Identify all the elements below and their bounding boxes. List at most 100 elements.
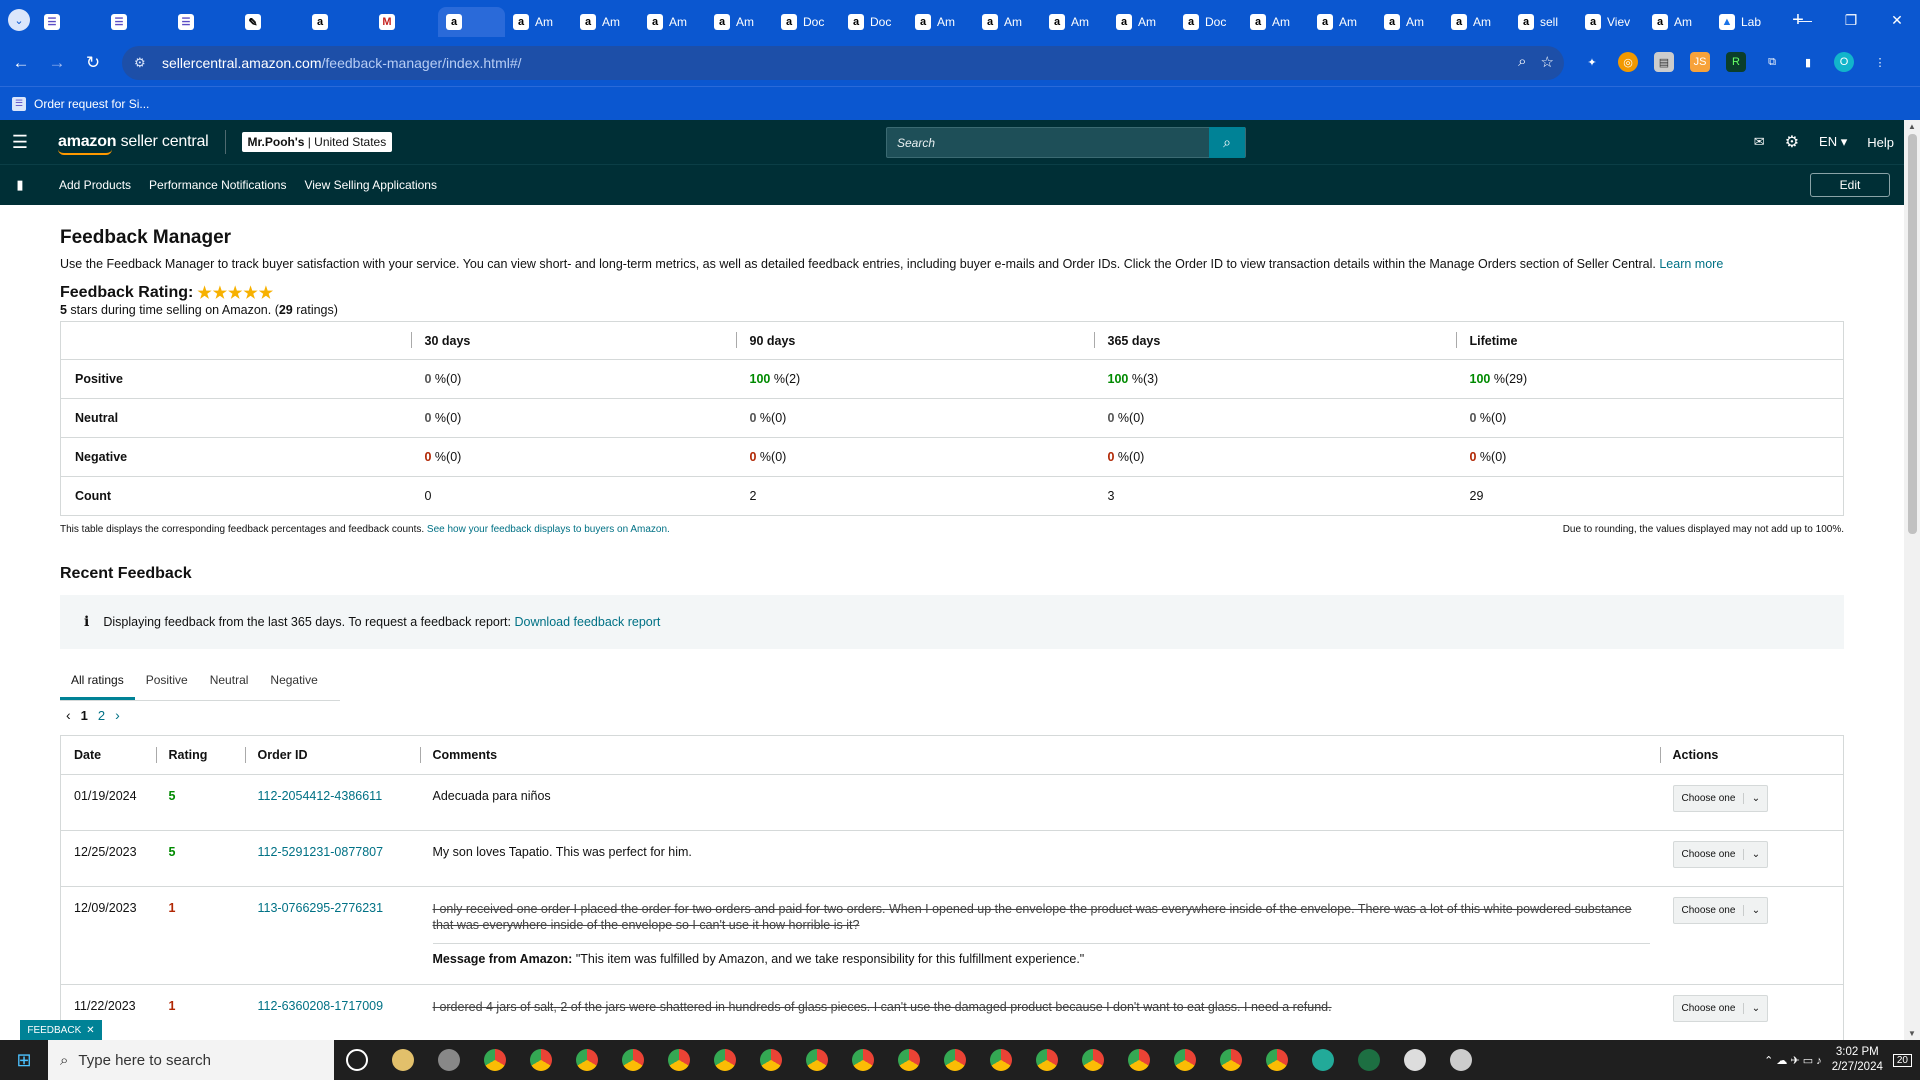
url-field[interactable]: ⚙ sellercentral.amazon.com/feedback-mana… bbox=[122, 46, 1564, 80]
order-id-link[interactable]: 112-5291231-0877807 bbox=[258, 845, 384, 859]
chrome-icon[interactable] bbox=[656, 1040, 702, 1080]
windows-start-icon[interactable]: ⊞ bbox=[0, 1050, 48, 1071]
clock[interactable]: 3:02 PM 2/27/2024 bbox=[1832, 1045, 1883, 1075]
chrome-icon[interactable] bbox=[840, 1040, 886, 1080]
page-2[interactable]: 2 bbox=[98, 708, 105, 723]
gear-icon[interactable]: ⚙ bbox=[1785, 132, 1799, 152]
close-icon[interactable]: ✕ bbox=[86, 1025, 94, 1036]
browser-tab[interactable]: M bbox=[371, 7, 438, 37]
feedback-display-link[interactable]: See how your feedback displays to buyers… bbox=[427, 524, 670, 535]
chrome-icon[interactable] bbox=[748, 1040, 794, 1080]
scroll-down-icon[interactable]: ▼ bbox=[1908, 1029, 1916, 1038]
browser-tab[interactable]: a Am bbox=[1376, 7, 1443, 37]
taskbar-search[interactable]: ⌕ Type here to search bbox=[48, 1040, 334, 1080]
seller-search-input[interactable]: Search bbox=[887, 136, 1209, 150]
extension-js-icon[interactable]: JS bbox=[1690, 52, 1710, 72]
browser-tab[interactable]: a Am bbox=[1242, 7, 1309, 37]
cortana-icon[interactable] bbox=[334, 1040, 380, 1080]
chrome-icon[interactable] bbox=[932, 1040, 978, 1080]
bookmark-order-request[interactable]: Order request for Si... bbox=[34, 97, 149, 111]
order-id-link[interactable]: 113-0766295-2776231 bbox=[258, 901, 384, 915]
subnav-add-products[interactable]: Add Products bbox=[59, 178, 131, 192]
help-link[interactable]: Help bbox=[1867, 135, 1894, 150]
slack-icon[interactable] bbox=[426, 1040, 472, 1080]
store-selector[interactable]: Mr.Pooh's | United States bbox=[241, 132, 393, 152]
profile-avatar[interactable]: O bbox=[1834, 52, 1854, 72]
browser-tab[interactable]: ☰ bbox=[103, 7, 170, 37]
minimize-icon[interactable]: — bbox=[1782, 0, 1828, 40]
extensions-puzzle-icon[interactable]: ⧉ bbox=[1762, 52, 1782, 72]
bookmark-star-icon[interactable]: ☆ bbox=[1541, 53, 1554, 71]
browser-tab[interactable]: a bbox=[304, 7, 371, 37]
tab-neutral[interactable]: Neutral bbox=[199, 665, 260, 700]
browser-tab[interactable]: ☰ bbox=[36, 7, 103, 37]
browser-tab[interactable]: a Am bbox=[706, 7, 773, 37]
chrome-icon[interactable] bbox=[610, 1040, 656, 1080]
browser-menu-icon[interactable]: ⋮ bbox=[1870, 52, 1890, 72]
tray-icons[interactable]: ⌃ ☁ ✈ ▭ ♪ bbox=[1764, 1054, 1822, 1067]
chrome-icon[interactable] bbox=[978, 1040, 1024, 1080]
browser-tab[interactable]: a Am bbox=[1108, 7, 1175, 37]
extension-circle-icon[interactable]: ◎ bbox=[1618, 52, 1638, 72]
browser-tab[interactable]: a Doc bbox=[1175, 7, 1242, 37]
order-id-link[interactable]: 112-2054412-4386611 bbox=[258, 789, 383, 803]
language-selector[interactable]: EN ▾ bbox=[1819, 134, 1847, 150]
browser-tab[interactable]: a Am bbox=[505, 7, 572, 37]
browser-tab[interactable]: a Am bbox=[974, 7, 1041, 37]
browser-tab[interactable]: ☰ bbox=[170, 7, 237, 37]
browser-tab[interactable]: a Doc bbox=[773, 7, 840, 37]
learn-more-link[interactable]: Learn more bbox=[1659, 257, 1723, 271]
browser-tab[interactable]: a Doc bbox=[840, 7, 907, 37]
browser-tab[interactable]: a sell bbox=[1510, 7, 1577, 37]
tab-all-ratings[interactable]: All ratings bbox=[60, 665, 135, 700]
chrome-icon[interactable] bbox=[1208, 1040, 1254, 1080]
choose-one-dropdown[interactable]: Choose one ⌄ bbox=[1672, 785, 1769, 812]
browser-tab[interactable]: ✎ bbox=[237, 7, 304, 37]
chrome-icon[interactable] bbox=[1116, 1040, 1162, 1080]
chrome-icon[interactable] bbox=[886, 1040, 932, 1080]
restore-icon[interactable]: ❐ bbox=[1828, 0, 1874, 40]
scroll-up-icon[interactable]: ▲ bbox=[1908, 122, 1916, 131]
site-info-icon[interactable]: ⚙ bbox=[134, 55, 150, 71]
chrome-icon[interactable] bbox=[518, 1040, 564, 1080]
taskbar-search-input[interactable]: Type here to search bbox=[78, 1052, 211, 1069]
download-report-link[interactable]: Download feedback report bbox=[514, 615, 660, 629]
choose-one-dropdown[interactable]: Choose one ⌄ bbox=[1672, 995, 1769, 1022]
browser-tab[interactable]: a Viev bbox=[1577, 7, 1644, 37]
browser-tab[interactable]: a Am bbox=[1041, 7, 1108, 37]
order-id-link[interactable]: 112-6360208-1717009 bbox=[258, 999, 384, 1013]
browser-tab[interactable]: a Am bbox=[572, 7, 639, 37]
tab-search-icon[interactable]: ⌄ bbox=[8, 9, 30, 31]
extension-r-icon[interactable]: R bbox=[1726, 52, 1746, 72]
bookmark-icon[interactable]: ▮ bbox=[0, 177, 40, 193]
next-page-icon[interactable]: › bbox=[115, 707, 120, 723]
choose-one-dropdown[interactable]: Choose one ⌄ bbox=[1672, 841, 1769, 868]
extension-sparkle-icon[interactable]: ✦ bbox=[1582, 52, 1602, 72]
page-1[interactable]: 1 bbox=[81, 708, 88, 723]
feedback-widget-button[interactable]: FEEDBACK ✕ bbox=[20, 1020, 102, 1040]
seller-central-logo[interactable]: amazon seller central bbox=[58, 133, 209, 155]
chrome-icon[interactable] bbox=[1024, 1040, 1070, 1080]
reload-icon[interactable]: ↻ bbox=[78, 48, 108, 78]
mail-icon[interactable]: ✉ bbox=[1754, 134, 1765, 150]
browser-tab[interactable]: a bbox=[438, 7, 505, 37]
chrome-icon[interactable] bbox=[1162, 1040, 1208, 1080]
prev-page-icon[interactable]: ‹ bbox=[66, 707, 71, 723]
browser-tab[interactable]: a Am bbox=[1644, 7, 1711, 37]
chrome-icon[interactable] bbox=[472, 1040, 518, 1080]
forward-icon[interactable]: → bbox=[42, 48, 72, 78]
chrome-icon[interactable] bbox=[1254, 1040, 1300, 1080]
browser-tab[interactable]: a Am bbox=[1443, 7, 1510, 37]
subnav-performance-notifications[interactable]: Performance Notifications bbox=[149, 178, 286, 192]
file-explorer-icon[interactable] bbox=[380, 1040, 426, 1080]
chrome-icon[interactable] bbox=[1070, 1040, 1116, 1080]
page-scrollbar[interactable]: ▲ ▼ bbox=[1904, 120, 1920, 1040]
browser-tab[interactable]: a Am bbox=[1309, 7, 1376, 37]
browser-tab[interactable]: a Am bbox=[907, 7, 974, 37]
choose-one-dropdown[interactable]: Choose one ⌄ bbox=[1672, 897, 1769, 924]
close-window-icon[interactable]: ✕ bbox=[1874, 0, 1920, 40]
calculator-icon[interactable] bbox=[1392, 1040, 1438, 1080]
scrollbar-thumb[interactable] bbox=[1908, 134, 1917, 534]
tab-positive[interactable]: Positive bbox=[135, 665, 199, 700]
zoom-icon[interactable]: ⌕ bbox=[1518, 53, 1526, 71]
